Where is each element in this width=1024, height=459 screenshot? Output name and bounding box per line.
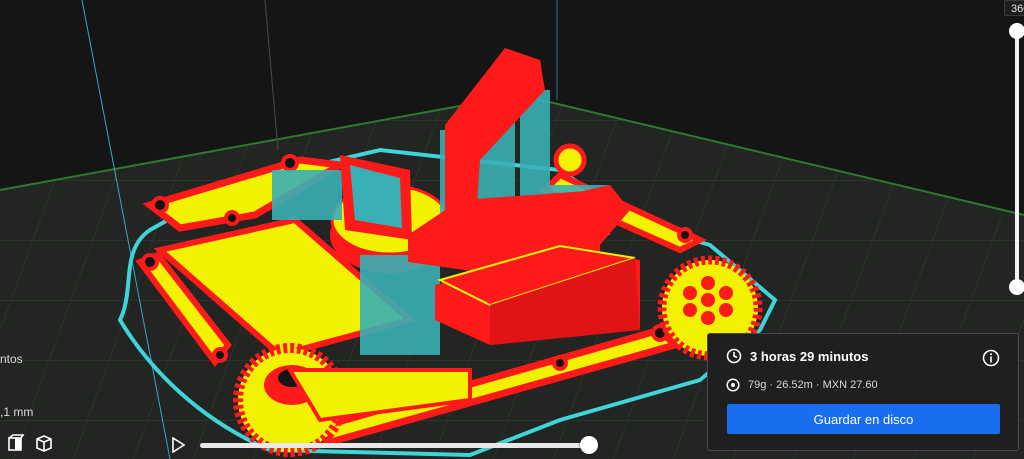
info-icon[interactable] [982, 349, 1000, 367]
layer-slider-bottom-handle[interactable] [1009, 279, 1024, 295]
left-panel-text-2: ,1 mm [0, 405, 34, 419]
support-structure [272, 170, 342, 220]
layer-slider-top-handle[interactable] [1009, 23, 1024, 39]
print-summary-panel: 3 horas 29 minutos 79g · 26.52m · MXN 27… [707, 333, 1019, 451]
play-icon[interactable] [170, 436, 186, 454]
simulation-progress-slider[interactable] [200, 443, 592, 448]
spool-icon [726, 378, 740, 392]
save-to-disk-button[interactable]: Guardar en disco [727, 404, 1000, 434]
print-time: 3 horas 29 minutos [750, 348, 869, 364]
layer-max-label[interactable]: 360 [1004, 0, 1024, 16]
material-row: 79g · 26.52m · MXN 27.60 [726, 378, 878, 392]
left-panel-text-1: ntos [0, 352, 23, 366]
material-usage: 79g · 26.52m · MXN 27.60 [748, 379, 878, 391]
view-3d-cube-icon[interactable] [35, 434, 53, 452]
clock-icon [726, 348, 742, 364]
layer-slider-track[interactable] [1015, 30, 1019, 288]
view-front-icon[interactable] [7, 434, 25, 452]
simulation-progress-handle[interactable] [580, 436, 598, 454]
print-time-row: 3 horas 29 minutos [726, 348, 868, 364]
